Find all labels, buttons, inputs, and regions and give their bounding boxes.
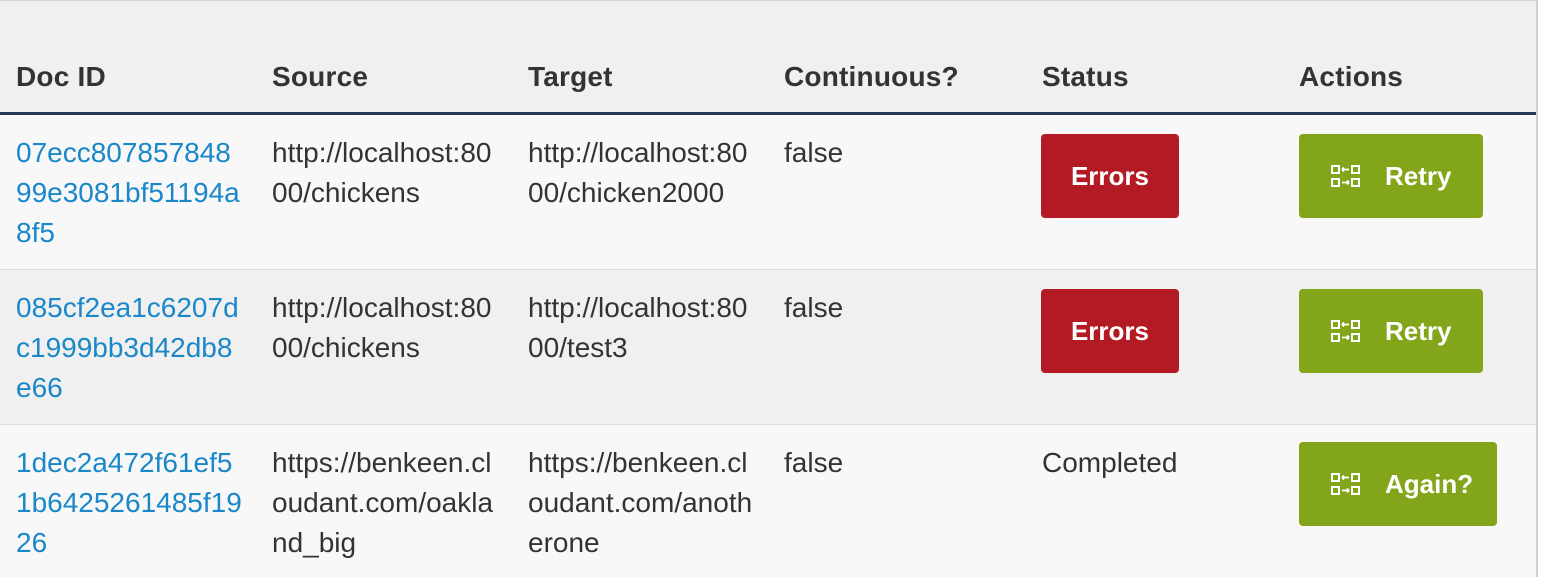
target-cell: https://benkeen.cloudant.com/anotherone (528, 447, 753, 558)
column-header-doc-id[interactable]: Doc ID (16, 61, 106, 93)
continuous-cell: false (784, 447, 844, 478)
errors-button[interactable]: Errors (1041, 134, 1179, 218)
table-row: 085cf2ea1c6207dc1999bb3d42db8e66 http://… (0, 270, 1536, 425)
column-header-actions: Actions (1299, 61, 1404, 92)
replication-icon (1331, 472, 1361, 496)
target-cell: http://localhost:8000/test3 (528, 292, 748, 363)
column-header-continuous[interactable]: Continuous? (784, 61, 959, 93)
retry-button[interactable]: Retry (1299, 289, 1483, 373)
again-button[interactable]: Again? (1299, 442, 1497, 526)
doc-id-link[interactable]: 07ecc80785784899e3081bf51194a8f5 (16, 133, 242, 253)
doc-id-link[interactable]: 1dec2a472f61ef51b6425261485f1926 (16, 443, 242, 563)
again-button-label: Again? (1385, 468, 1474, 499)
source-cell: http://localhost:8000/chickens (272, 292, 492, 363)
doc-id-link[interactable]: 085cf2ea1c6207dc1999bb3d42db8e66 (16, 288, 242, 408)
errors-button[interactable]: Errors (1041, 289, 1179, 373)
column-header-target[interactable]: Target (528, 61, 613, 93)
replication-table: Doc ID Source Target Continuous? Status … (0, 0, 1538, 577)
retry-button[interactable]: Retry (1299, 134, 1483, 218)
source-cell: http://localhost:8000/chickens (272, 137, 492, 208)
column-header-status[interactable]: Status (1042, 61, 1129, 93)
retry-button-label: Retry (1385, 315, 1452, 346)
continuous-cell: false (784, 292, 844, 323)
continuous-cell: false (784, 137, 844, 168)
target-cell: http://localhost:8000/chicken2000 (528, 137, 748, 208)
table-row: 1dec2a472f61ef51b6425261485f1926 https:/… (0, 425, 1536, 577)
column-header-source[interactable]: Source (272, 61, 368, 93)
replication-icon (1331, 319, 1361, 343)
table-header: Doc ID Source Target Continuous? Status … (0, 1, 1536, 115)
status-text: Completed (1042, 447, 1178, 478)
replication-icon (1331, 164, 1361, 188)
table-row: 07ecc80785784899e3081bf51194a8f5 http://… (0, 115, 1536, 270)
retry-button-label: Retry (1385, 160, 1452, 191)
source-cell: https://benkeen.cloudant.com/oakland_big (272, 447, 494, 558)
